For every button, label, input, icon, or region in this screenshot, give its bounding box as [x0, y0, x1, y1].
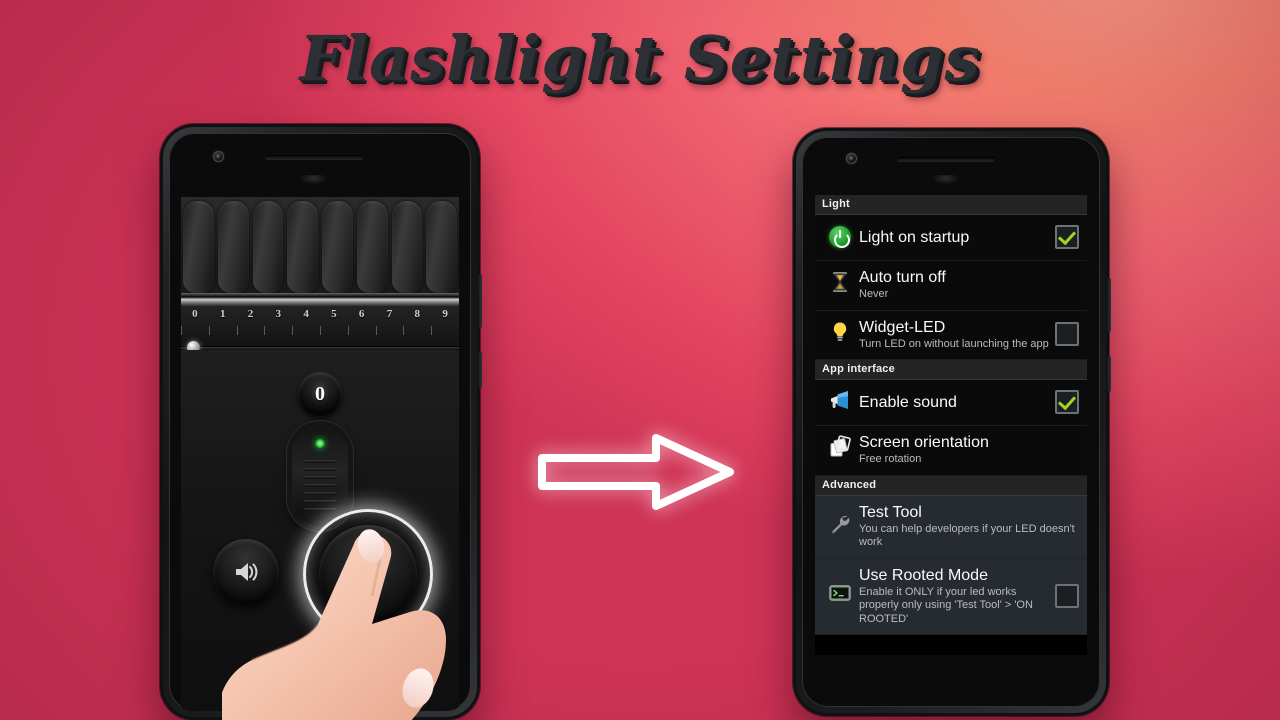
section-header: Light [815, 195, 1087, 215]
sound-button[interactable] [213, 539, 279, 605]
settings-row[interactable]: Enable sound [815, 380, 1087, 426]
ruler-tick-label: 8 [414, 308, 421, 320]
earpiece-speaker [265, 155, 363, 160]
settings-row[interactable]: Use Rooted Mode Enable it ONLY if your le… [815, 558, 1087, 635]
row-checkbox[interactable] [1055, 225, 1079, 249]
flashlight-body-panel: 0 [181, 350, 459, 711]
volume-button-left-phone[interactable] [478, 274, 482, 328]
row-text: Screen orientation Free rotation [857, 433, 1079, 467]
led-indicator-icon [315, 439, 325, 448]
row-icon-slot [823, 388, 857, 417]
row-title: Test Tool [859, 503, 922, 521]
row-icon-slot [823, 226, 857, 248]
power-button-left-phone[interactable] [478, 352, 482, 388]
row-title: Light on startup [859, 228, 970, 246]
row-subtitle: Enable it ONLY if your led works properl… [859, 585, 1033, 625]
row-title: Widget-LED [859, 318, 946, 336]
row-title: Use Rooted Mode [859, 566, 988, 584]
settings-row[interactable]: Screen orientation Free rotation [815, 426, 1087, 476]
proximity-sensor-icon [933, 175, 958, 184]
section-header: Advanced [815, 475, 1087, 496]
proximity-sensor-icon [301, 175, 326, 184]
page-title: Flashlight Settings [299, 22, 981, 95]
flashlight-reflector-panel [181, 197, 459, 297]
ruler-tick-marks [181, 326, 459, 335]
settings-row[interactable]: Widget-LED Turn LED on without launching … [815, 310, 1087, 360]
row-subtitle: Free rotation [859, 453, 922, 465]
ruler-tick-label: 4 [303, 308, 309, 320]
ruler-tick-label: 3 [275, 308, 282, 320]
volume-button-right-phone[interactable] [1107, 278, 1111, 332]
reflector-ribs [181, 197, 459, 297]
row-subtitle: Turn LED on without launching the app [859, 337, 1049, 350]
phone-left-device: 0 1 2 3 4 5 6 7 8 9 0 [160, 124, 482, 720]
settings-row[interactable]: Auto turn off Never [815, 261, 1087, 311]
front-camera-icon [846, 153, 857, 164]
phone-right-device: Light Light on startup Auto turn off Never W… [793, 128, 1111, 716]
ruler-tick-label: 0 [192, 308, 198, 320]
row-subtitle: You can help developers if your LED does… [859, 522, 1075, 549]
phone-left-bezel: 0 1 2 3 4 5 6 7 8 9 0 [169, 133, 471, 711]
row-text: Widget-LED Turn LED on without launching … [857, 318, 1049, 352]
metal-divider [181, 297, 459, 306]
speaker-icon [236, 563, 258, 581]
front-camera-icon [213, 151, 224, 162]
row-checkbox[interactable] [1055, 390, 1079, 414]
hourglass-icon [828, 270, 852, 299]
row-icon-slot [823, 270, 857, 299]
ruler-tick-label: 1 [219, 308, 226, 320]
right-arrow-icon [538, 434, 734, 510]
row-text: Test Tool You can help developers if your… [857, 503, 1079, 550]
row-text: Auto turn off Never [857, 268, 1079, 302]
brightness-ruler: 0 1 2 3 4 5 6 7 8 9 [181, 306, 459, 346]
ruler-tick-label: 2 [247, 308, 254, 320]
ruler-tick-label: 7 [386, 308, 393, 320]
flashlight-app-screen: 0 1 2 3 4 5 6 7 8 9 0 [181, 197, 459, 711]
settings-row[interactable]: Test Tool You can help developers if your… [815, 495, 1087, 559]
ruler-tick-label: 5 [331, 308, 337, 320]
ruler-tick-label: 9 [442, 308, 448, 320]
lightbulb-icon [828, 320, 852, 349]
power-button-right-phone[interactable] [1107, 356, 1111, 392]
row-text: Light on startup [857, 228, 1049, 247]
megaphone-icon [828, 388, 852, 417]
ruler-numbers: 0 1 2 3 4 5 6 7 8 9 [181, 308, 459, 320]
row-icon-slot [823, 320, 857, 349]
row-checkbox[interactable] [1055, 322, 1079, 347]
settings-row[interactable]: Light on startup [815, 215, 1087, 261]
row-text: Enable sound [857, 393, 1049, 412]
row-icon-slot [823, 512, 857, 541]
screenshot-root: Flashlight Settings 0 1 2 3 4 5 6 7 8 9 … [0, 0, 1280, 720]
screen-rotation-icon [828, 435, 852, 464]
row-title: Screen orientation [859, 434, 989, 451]
power-icon [829, 226, 851, 248]
row-icon-slot [823, 435, 857, 464]
row-subtitle: Never [859, 288, 889, 300]
level-indicator-badge: 0 [298, 372, 342, 416]
terminal-icon [828, 581, 852, 610]
section-header: App interface [815, 360, 1087, 380]
toggle-grip-texture [304, 460, 336, 516]
transition-arrow [538, 432, 734, 512]
ruler-tick-label: 6 [358, 308, 365, 320]
phone-right-bezel: Light Light on startup Auto turn off Never W… [802, 137, 1100, 707]
power-toggle-switch[interactable] [292, 426, 348, 526]
settings-preference-list[interactable]: Light Light on startup Auto turn off Never W… [815, 195, 1087, 655]
row-text: Use Rooted Mode Enable it ONLY if your le… [857, 566, 1049, 627]
row-title: Enable sound [859, 393, 957, 411]
row-checkbox[interactable] [1055, 583, 1079, 608]
row-title: Auto turn off [859, 269, 946, 286]
earpiece-speaker [897, 157, 995, 162]
wrench-icon [828, 512, 852, 541]
row-icon-slot [823, 581, 857, 610]
tap-highlight-ring [303, 509, 433, 639]
settings-screen: Light Light on startup Auto turn off Never W… [815, 195, 1087, 655]
